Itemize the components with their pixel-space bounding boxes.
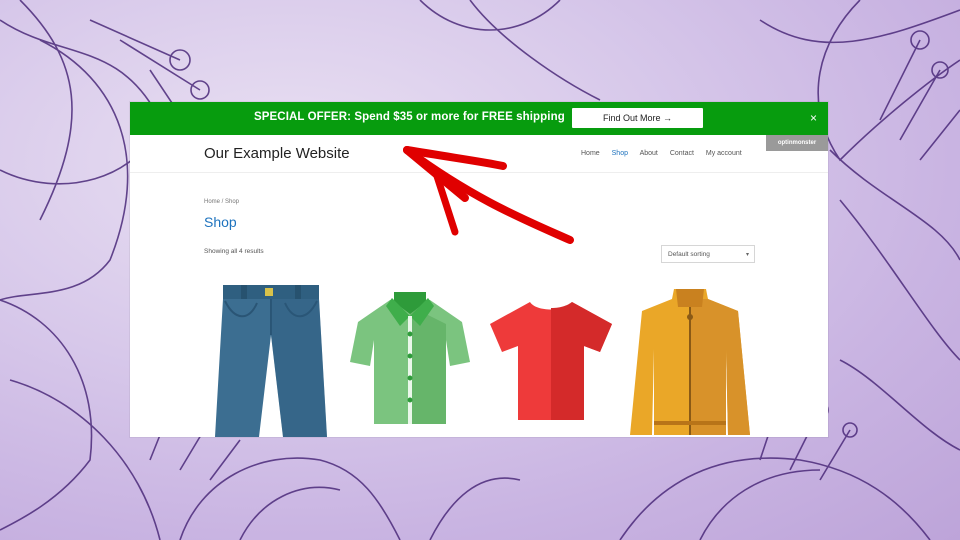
- result-count: Showing all 4 results: [204, 248, 264, 255]
- sort-value: Default sorting: [668, 251, 710, 258]
- yellow-jacket-icon[interactable]: [630, 289, 750, 435]
- promo-bar: SPECIAL OFFER: Spend $35 or more for FRE…: [130, 102, 828, 135]
- nav-about[interactable]: About: [640, 150, 658, 157]
- nav-my-account[interactable]: My account: [706, 150, 742, 157]
- jeans-icon[interactable]: [215, 285, 327, 437]
- nav-contact[interactable]: Contact: [670, 150, 694, 157]
- site-title[interactable]: Our Example Website: [204, 145, 350, 162]
- breadcrumb[interactable]: Home / Shop: [204, 199, 239, 205]
- red-tshirt-icon[interactable]: [490, 302, 612, 420]
- page-title: Shop: [204, 214, 237, 230]
- nav-shop[interactable]: Shop: [612, 150, 628, 157]
- red-arrow-annotation: [403, 146, 574, 244]
- green-shirt-icon[interactable]: [350, 292, 470, 427]
- nav-home[interactable]: Home: [581, 150, 600, 157]
- chevron-down-icon: ▾: [745, 252, 749, 258]
- close-icon[interactable]: ×: [810, 111, 817, 125]
- promo-text: SPECIAL OFFER: Spend $35 or more for FRE…: [254, 111, 565, 123]
- main-nav: Home Shop About Contact My account: [581, 150, 752, 157]
- sort-dropdown[interactable]: Default sorting ▾: [661, 245, 755, 263]
- find-out-more-button[interactable]: Find Out More →: [572, 108, 703, 128]
